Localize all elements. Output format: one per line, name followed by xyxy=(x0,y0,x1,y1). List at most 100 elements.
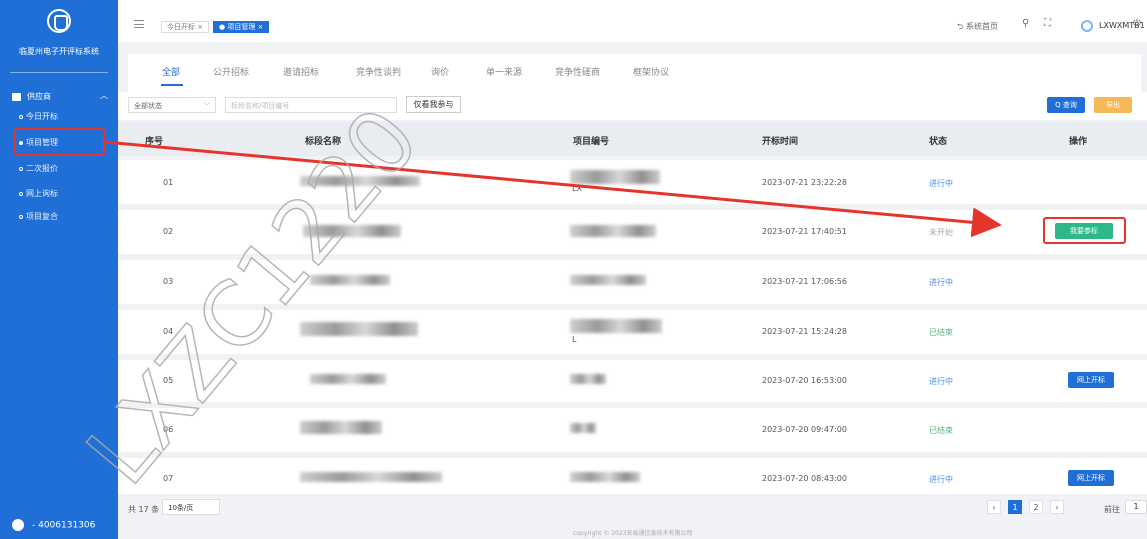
status-badge: 已结束 xyxy=(929,328,953,337)
page-2[interactable]: 2 xyxy=(1029,500,1043,514)
phone-number: - 4006131306 xyxy=(32,520,96,531)
col-section-name: 标段名称 xyxy=(305,137,342,147)
sidebar-item-label: 网上询标 xyxy=(26,189,58,198)
row-no: 04 xyxy=(163,327,174,336)
tab-project-management[interactable]: ● 项目管理 × xyxy=(213,21,270,33)
dot-icon xyxy=(19,114,23,119)
search-icon[interactable]: ⚲ xyxy=(1022,18,1029,29)
redacted-section-name xyxy=(300,322,418,336)
power-icon[interactable]: ⏻ xyxy=(1133,18,1141,29)
col-open-time: 开标时间 xyxy=(762,137,799,147)
tab-competitive-negotiation[interactable]: 竞争性谈判 xyxy=(356,65,401,78)
active-tab-underline xyxy=(161,84,183,86)
support-phone: - 4006131306 xyxy=(12,519,95,531)
row-no: 01 xyxy=(163,178,174,187)
row-no: 02 xyxy=(163,227,174,236)
prev-page-button[interactable]: ‹ xyxy=(987,500,1001,514)
sidebar-item-online-inquiry[interactable]: 网上询标 xyxy=(19,188,58,199)
redacted-project-code xyxy=(570,275,646,285)
status-badge: 进行中 xyxy=(929,475,953,484)
page-1[interactable]: 1 xyxy=(1008,500,1022,514)
category-tabs: 全部 公开招标 邀请招标 竞争性谈判 询价 单一来源 竞争性磋商 框架协议 xyxy=(128,54,1141,92)
filter-row: 全部状态 ﹀ 标段名称/项目编号 仅看我参与 Q 查询 导出 xyxy=(118,92,1147,120)
tab-competitive-consultation[interactable]: 竞争性磋商 xyxy=(555,65,600,78)
project-code-prefix: L xyxy=(572,335,577,344)
logo-icon xyxy=(47,9,71,33)
table-row: 01 LX 2023-07-21 23:22:28 进行中 xyxy=(118,160,1147,204)
supplier-icon xyxy=(12,92,21,101)
row-no: 03 xyxy=(163,277,174,286)
redacted-section-name xyxy=(300,472,442,482)
tab-single-source[interactable]: 单一来源 xyxy=(486,65,522,78)
redacted-project-code xyxy=(570,374,606,384)
only-mine-button[interactable]: 仅看我参与 xyxy=(406,96,461,113)
sidebar-group-label: 供应商 xyxy=(27,92,51,101)
next-page-button[interactable]: › xyxy=(1050,500,1064,514)
table-header: 序号 标段名称 项目编号 开标时间 状态 操作 xyxy=(118,122,1147,156)
home-link[interactable]: ⮌ 系统首页 xyxy=(957,21,998,35)
query-button[interactable]: Q 查询 xyxy=(1047,97,1085,113)
total-count: 共 17 条 xyxy=(128,505,160,514)
open-time: 2023-07-20 08:43:00 xyxy=(762,474,847,483)
tab-framework-agreement[interactable]: 框架协议 xyxy=(633,65,669,78)
row-no: 07 xyxy=(163,474,174,483)
sidebar-item-project-review[interactable]: 项目复合 xyxy=(19,211,58,222)
col-action: 操作 xyxy=(1069,137,1088,147)
col-no: 序号 xyxy=(145,137,164,147)
sidebar-group-supplier[interactable]: 供应商 ︿ xyxy=(12,91,112,105)
status-badge: 进行中 xyxy=(929,377,953,386)
status-select[interactable]: 全部状态 ﹀ xyxy=(128,97,216,113)
tab-inquiry[interactable]: 询价 xyxy=(431,65,449,78)
status-badge: 未开始 xyxy=(929,228,953,237)
open-time: 2023-07-21 17:06:56 xyxy=(762,277,847,286)
tab-all[interactable]: 全部 xyxy=(162,65,180,78)
goto-page-input[interactable]: 1 xyxy=(1125,500,1147,514)
redacted-section-name xyxy=(310,275,390,285)
table-row: 02 2023-07-21 17:40:51 未开始 我要参标 xyxy=(118,210,1147,254)
goto-label: 前往 xyxy=(1104,505,1120,514)
avatar[interactable] xyxy=(1081,20,1093,32)
row-no: 06 xyxy=(163,425,174,434)
col-project-code: 项目编号 xyxy=(573,137,610,147)
menu-collapse-icon[interactable] xyxy=(134,20,144,28)
redacted-project-code xyxy=(570,170,660,184)
tab-public-bidding[interactable]: 公开招标 xyxy=(213,65,249,78)
system-name: 临夏州电子开评标系统 xyxy=(19,47,99,56)
table-row: 07 2023-07-20 08:43:00 进行中 网上开标 xyxy=(118,458,1147,494)
export-button[interactable]: 导出 xyxy=(1094,97,1132,113)
sidebar-item-today-opening[interactable]: 今日开标 xyxy=(19,111,58,122)
dot-icon xyxy=(19,191,23,196)
tab-invited-bidding[interactable]: 邀请招标 xyxy=(283,65,319,78)
fullscreen-icon[interactable]: ⛶ xyxy=(1044,18,1051,29)
table-row: 04 L 2023-07-21 15:24:28 已结束 xyxy=(118,310,1147,354)
status-badge: 进行中 xyxy=(929,278,953,287)
col-status: 状态 xyxy=(929,137,948,147)
dot-icon xyxy=(19,214,23,219)
redacted-project-code xyxy=(570,472,640,482)
top-bar: 今日开标 × ● 项目管理 × ⮌ 系统首页 ⚲ ⛶ LXWXMTB1 ⏻ xyxy=(118,0,1147,42)
redacted-section-name xyxy=(310,374,386,384)
sidebar-item-label: 二次报价 xyxy=(26,164,58,173)
online-opening-button[interactable]: 网上开标 xyxy=(1068,372,1114,388)
sidebar-divider xyxy=(10,72,108,73)
search-input[interactable]: 标段名称/项目编号 xyxy=(225,97,397,113)
redacted-section-name xyxy=(300,176,420,186)
tab-today-opening[interactable]: 今日开标 × xyxy=(161,21,210,33)
sidebar: 临夏州电子开评标系统 供应商 ︿ 今日开标 项目管理 二次报价 网上询标 项目复… xyxy=(0,0,118,539)
annotation-highlight-box xyxy=(14,128,105,156)
dot-icon xyxy=(19,166,23,171)
annotation-highlight-box xyxy=(1043,217,1126,244)
pagination-bar: 共 17 条 10条/页 ‹ 1 2 › 前往 1 copyright © 20… xyxy=(118,494,1147,539)
sidebar-item-second-quote[interactable]: 二次报价 xyxy=(19,163,58,174)
online-opening-button[interactable]: 网上开标 xyxy=(1068,470,1114,486)
redacted-project-code xyxy=(570,319,662,333)
open-time: 2023-07-21 15:24:28 xyxy=(762,327,847,336)
redacted-project-code xyxy=(570,423,596,433)
status-badge: 进行中 xyxy=(929,179,953,188)
table-row: 06 2023-07-20 09:47:00 已结束 xyxy=(118,408,1147,452)
page-size-select[interactable]: 10条/页 xyxy=(162,499,220,515)
sidebar-item-label: 项目复合 xyxy=(26,212,58,221)
home-link-label: 系统首页 xyxy=(965,22,998,31)
open-time: 2023-07-21 23:22:28 xyxy=(762,178,847,187)
redacted-project-code xyxy=(570,225,656,237)
